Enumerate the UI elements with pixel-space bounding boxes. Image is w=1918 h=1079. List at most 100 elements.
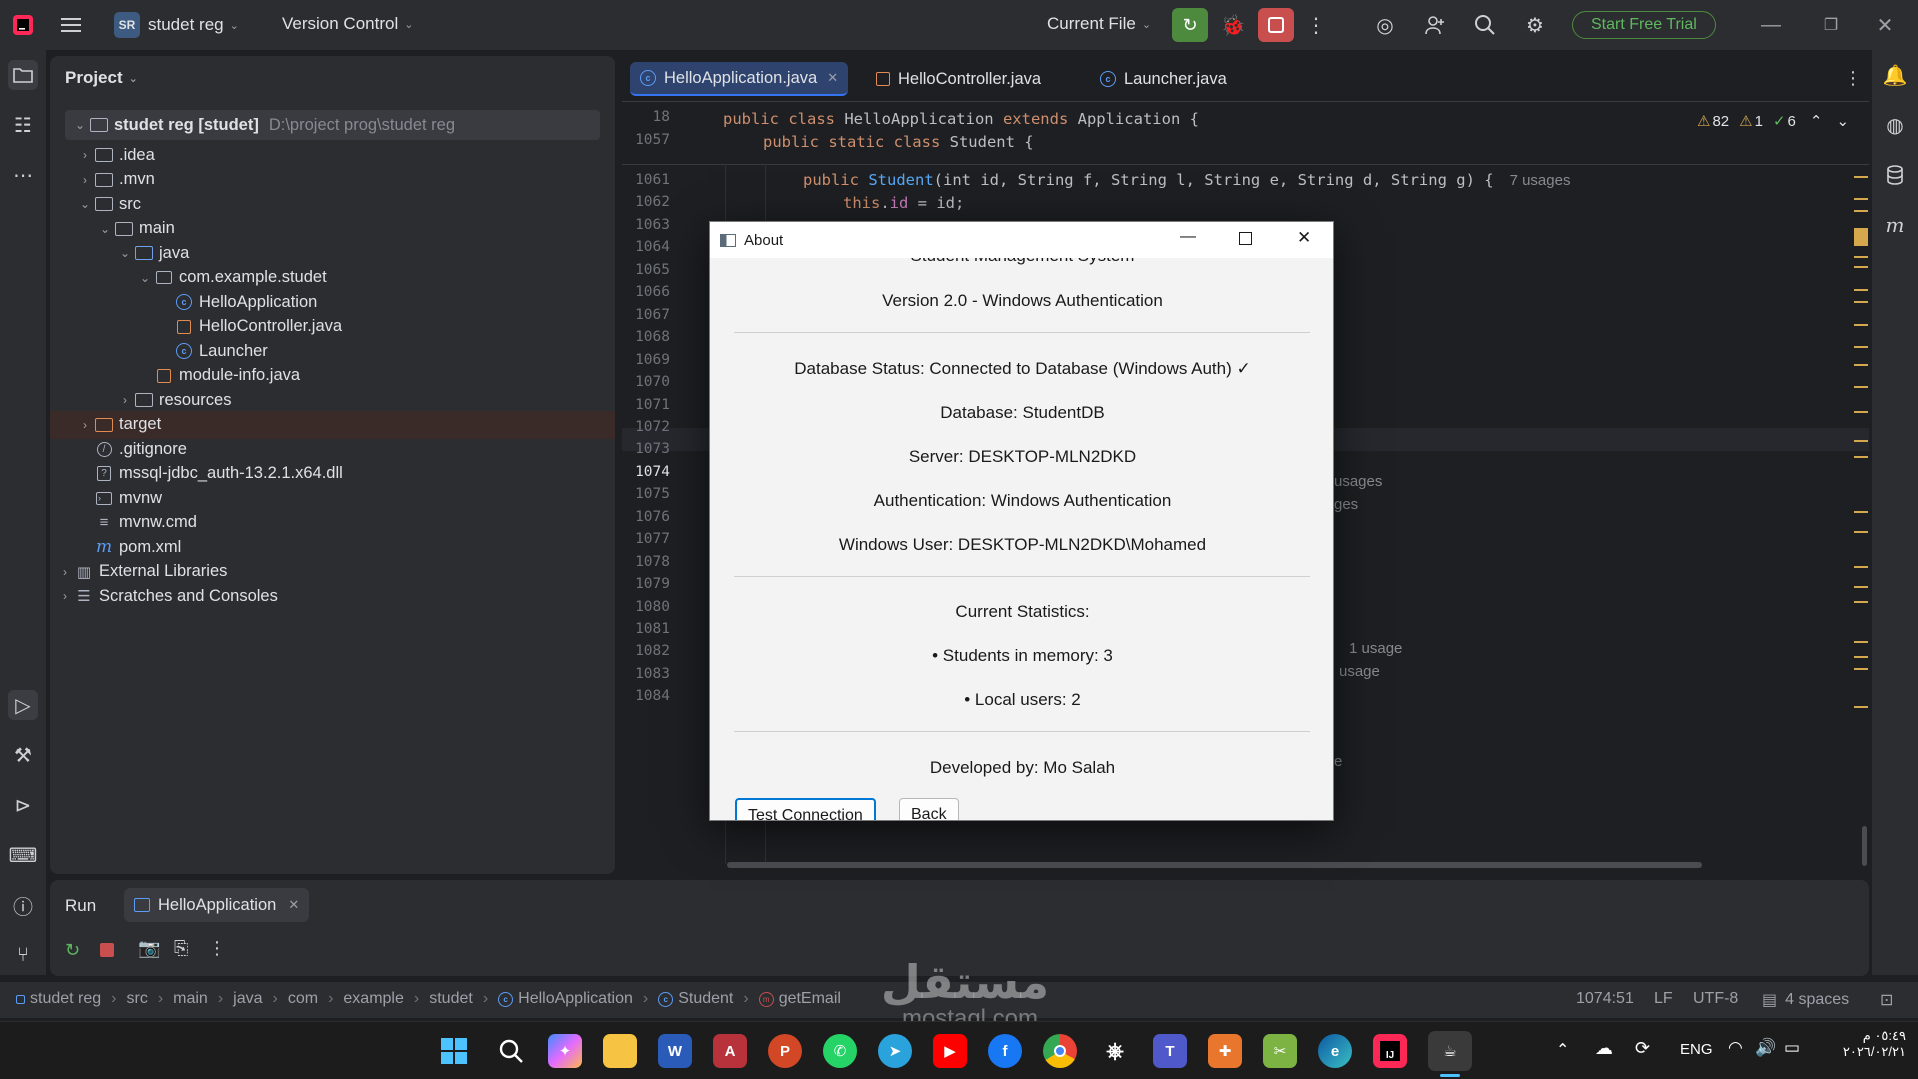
rerun-button[interactable]: ↻ <box>1172 8 1208 42</box>
teams-icon[interactable]: T <box>1153 1034 1187 1068</box>
intellij-logo-icon[interactable] <box>10 12 36 38</box>
notifications-bell-icon[interactable]: 🔔 <box>1880 60 1910 90</box>
copilot-icon[interactable]: ✦ <box>548 1034 582 1068</box>
warning-marker[interactable] <box>1854 641 1868 643</box>
horizontal-scrollbar[interactable] <box>727 862 1702 868</box>
whatsapp-icon[interactable]: ✆ <box>823 1034 857 1068</box>
start-free-trial-button[interactable]: Start Free Trial <box>1572 11 1716 39</box>
warning-marker[interactable] <box>1854 511 1868 513</box>
vertical-scrollbar[interactable] <box>1862 826 1867 866</box>
warning-marker[interactable] <box>1854 656 1868 658</box>
line-separator[interactable]: LF <box>1654 990 1673 1008</box>
chevron-up-icon[interactable]: ⌃ <box>1810 112 1823 130</box>
telegram-icon[interactable]: ➤ <box>878 1034 912 1068</box>
line-number[interactable]: 1080 <box>622 599 670 615</box>
close-tab-icon[interactable]: ✕ <box>288 897 299 913</box>
warning-marker[interactable] <box>1854 346 1868 348</box>
warning-marker[interactable] <box>1854 324 1868 326</box>
warning-marker[interactable] <box>1854 266 1868 268</box>
chatgpt-icon[interactable]: ⎈ <box>1098 1034 1132 1068</box>
run-tool-icon[interactable]: ▷ <box>8 690 38 720</box>
tableau-icon[interactable]: ✚ <box>1208 1034 1242 1068</box>
close-tab-icon[interactable]: ✕ <box>827 70 838 86</box>
breadcrumb-item[interactable]: com <box>288 990 318 1008</box>
usages-hint[interactable]: usage <box>1339 663 1380 680</box>
java-app-icon[interactable]: ☕ <box>1428 1031 1472 1071</box>
line-number[interactable]: 1057 <box>622 132 670 148</box>
line-number[interactable]: 1067 <box>622 307 670 323</box>
warning-marker[interactable] <box>1854 531 1868 533</box>
line-number[interactable]: 1081 <box>622 621 670 637</box>
word-icon[interactable]: W <box>658 1034 692 1068</box>
breadcrumb-item[interactable]: studet reg <box>30 990 101 1008</box>
youtube-icon[interactable]: ▶ <box>933 1034 967 1068</box>
wifi-icon[interactable]: ◠ <box>1728 1038 1743 1058</box>
battery-icon[interactable]: ▭ <box>1784 1038 1800 1058</box>
warning-marker[interactable] <box>1854 386 1868 388</box>
show-hidden-icons-chevron[interactable]: ⌃ <box>1556 1040 1569 1060</box>
code-line-1057[interactable]: public static class Student { <box>763 133 1034 151</box>
line-number[interactable]: 1063 <box>622 217 670 233</box>
input-language[interactable]: ENG <box>1680 1041 1713 1058</box>
code-line-1061[interactable]: public Student(int id, String f, String … <box>803 171 1570 189</box>
warning-marker[interactable] <box>1854 601 1868 603</box>
tree-root-row[interactable]: ⌄ studet reg [studet] D:\project prog\st… <box>65 110 600 140</box>
back-button[interactable]: Back <box>899 798 959 820</box>
lock-icon[interactable]: ⊡ <box>1880 990 1893 1010</box>
clock[interactable]: ٠٥:٤٩ م ٢٠٢٦/٠٢/٢١ <box>1826 1028 1906 1060</box>
breadcrumb-item[interactable]: src <box>126 990 147 1008</box>
line-number[interactable]: 1072 <box>622 419 670 435</box>
chevron-down-icon[interactable]: ⌄ <box>1836 112 1849 130</box>
line-number[interactable]: 1078 <box>622 554 670 570</box>
chevron-down-icon[interactable]: ⌄ <box>96 222 114 236</box>
line-number[interactable]: 1068 <box>622 329 670 345</box>
file-explorer-icon[interactable] <box>603 1034 637 1068</box>
more-tools-icon[interactable]: ⋯ <box>8 160 38 190</box>
more-icon[interactable]: ⋮ <box>208 938 226 959</box>
chevron-right-icon[interactable]: › <box>76 173 94 187</box>
warning-marker[interactable] <box>1854 706 1868 708</box>
build-hammer-icon[interactable]: ⚒ <box>8 740 38 770</box>
dialog-close-icon[interactable]: ✕ <box>1297 228 1311 248</box>
chevron-right-icon[interactable]: › <box>116 393 134 407</box>
breadcrumb-item[interactable]: java <box>233 990 262 1008</box>
search-icon[interactable] <box>1470 12 1500 38</box>
version-control-menu[interactable]: Version Control ⌄ <box>282 14 413 34</box>
usages-hint[interactable]: ges <box>1334 496 1358 513</box>
file-encoding[interactable]: UTF-8 <box>1693 990 1738 1008</box>
more-actions-icon[interactable]: ⋮ <box>1306 12 1326 38</box>
maven-icon[interactable]: m <box>1880 210 1910 240</box>
warning-marker[interactable] <box>1854 301 1868 303</box>
windows-start-icon[interactable] <box>437 1034 471 1068</box>
chevron-right-icon[interactable]: › <box>56 589 74 603</box>
line-number[interactable]: 1077 <box>622 531 670 547</box>
dialog-minimize-icon[interactable]: — <box>1180 228 1196 246</box>
warning-marker[interactable] <box>1854 176 1868 178</box>
warning-marker[interactable] <box>1854 198 1868 200</box>
line-number[interactable]: 1082 <box>622 643 670 659</box>
test-connection-button[interactable]: Test Connection <box>735 798 876 820</box>
chevron-right-icon[interactable]: › <box>76 418 94 432</box>
breadcrumb-item[interactable]: Student <box>678 990 733 1008</box>
warning-marker[interactable] <box>1854 210 1868 212</box>
warning-marker[interactable] <box>1854 456 1868 458</box>
settings-gear-icon[interactable]: ⚙ <box>1520 12 1550 38</box>
powerpoint-icon[interactable]: P <box>768 1034 802 1068</box>
snipping-tool-icon[interactable]: ✂ <box>1263 1034 1297 1068</box>
ai-assistant-icon[interactable]: ◎ <box>1370 12 1400 38</box>
usages-hint[interactable]: e <box>1334 753 1342 770</box>
chevron-down-icon[interactable]: ⌄ <box>136 271 154 285</box>
services-icon[interactable]: ⊳ <box>8 790 38 820</box>
dialog-maximize-icon[interactable] <box>1239 232 1252 245</box>
chevron-down-icon[interactable]: ⌄ <box>116 246 134 260</box>
line-number[interactable]: 1083 <box>622 666 670 682</box>
git-branch-icon[interactable]: ⑂ <box>8 940 38 970</box>
intellij-taskbar-icon[interactable]: IJ <box>1373 1034 1407 1068</box>
usages-hint[interactable]: 1 usage <box>1349 640 1402 657</box>
problems-icon[interactable]: ⓘ <box>8 890 38 920</box>
line-number[interactable]: 1065 <box>622 262 670 278</box>
line-number[interactable]: 1074 <box>622 464 670 480</box>
main-menu-icon[interactable] <box>58 12 84 38</box>
chevron-right-icon[interactable]: › <box>56 565 74 579</box>
warning-marker[interactable] <box>1854 289 1868 291</box>
